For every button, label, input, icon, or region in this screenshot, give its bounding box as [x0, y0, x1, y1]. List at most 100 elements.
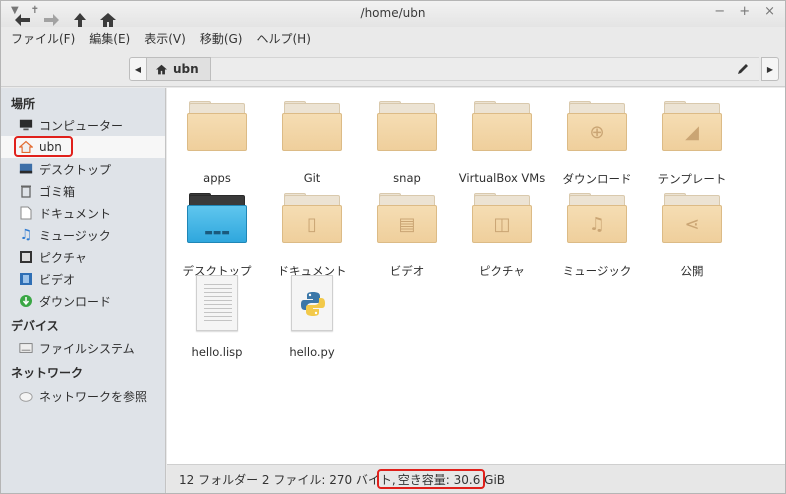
- file-view[interactable]: apps Git snap VirtualBox VMs ⊕ ダウンロード ◢ …: [167, 88, 785, 464]
- sidebar-item-label: ビデオ: [39, 272, 76, 287]
- download-folder-icon: ⊕: [567, 101, 627, 151]
- status-summary: 12 フォルダー 2 ファイル: 270 バイト,: [179, 473, 396, 487]
- text-file-icon: [196, 275, 238, 331]
- edit-location-button[interactable]: [727, 57, 759, 81]
- sidebar-item-label: ダウンロード: [39, 294, 112, 309]
- sidebar-item-label: ネットワークを参照: [39, 389, 148, 404]
- file-label: ピクチャ: [479, 264, 525, 278]
- sidebar-item-home[interactable]: ubn: [1, 136, 165, 158]
- file-item-public[interactable]: ⋖ 公開: [644, 193, 740, 281]
- home-button[interactable]: [97, 9, 119, 31]
- home-icon: [100, 13, 116, 27]
- file-label: VirtualBox VMs: [458, 171, 546, 185]
- chevron-right-icon: ▶: [766, 64, 774, 74]
- path-crumb-home[interactable]: ubn: [147, 57, 211, 81]
- status-bar: 12 フォルダー 2 ファイル: 270 バイト, 空き容量: 30.6 GiB: [167, 464, 785, 493]
- sidebar-item-filesystem[interactable]: ファイルシステム: [1, 337, 165, 359]
- path-scroll-right-button[interactable]: ▶: [761, 57, 779, 81]
- drive-icon: [19, 341, 33, 355]
- sidebar-heading-network: ネットワーク: [11, 366, 84, 380]
- menu-help[interactable]: ヘルプ(H): [256, 30, 310, 47]
- file-item-downloads[interactable]: ⊕ ダウンロード: [549, 101, 645, 189]
- file-label: apps: [203, 171, 231, 185]
- forward-button[interactable]: [41, 9, 63, 31]
- sidebar-item-label: コンピューター: [39, 118, 124, 133]
- file-label: ミュージック: [562, 264, 632, 278]
- file-label: 公開: [680, 264, 704, 278]
- file-item-hello-lisp[interactable]: hello.lisp: [169, 275, 265, 363]
- file-label: hello.py: [289, 345, 335, 359]
- menu-view[interactable]: 表示(V): [144, 30, 186, 47]
- pencil-icon: [738, 64, 748, 74]
- desktop-icon: [19, 162, 33, 176]
- sidebar-item-label: ピクチャ: [39, 250, 87, 265]
- sidebar-heading-devices: デバイス: [11, 319, 59, 333]
- sidebar-item-desktop[interactable]: デスクトップ: [1, 158, 165, 180]
- sidebar-item-label: ゴミ箱: [39, 184, 76, 199]
- file-label: hello.lisp: [191, 345, 243, 359]
- back-arrow-icon: [15, 14, 30, 26]
- sidebar-item-label: ミュージック: [39, 228, 111, 243]
- path-bar-empty: [211, 57, 759, 81]
- documents-folder-icon: ▯: [282, 193, 342, 243]
- file-item-music[interactable]: ♫ ミュージック: [549, 193, 645, 281]
- pictures-folder-icon: ◫: [472, 193, 532, 243]
- video-icon: [19, 272, 33, 286]
- back-button[interactable]: [11, 9, 33, 31]
- sidebar-item-trash[interactable]: ゴミ箱: [1, 180, 165, 202]
- sidebar-heading-places: 場所: [11, 97, 36, 111]
- network-icon: [19, 389, 33, 403]
- sidebar-item-computer[interactable]: コンピューター: [1, 114, 165, 136]
- menu-file[interactable]: ファイル(F): [11, 30, 75, 47]
- sidebar-item-music[interactable]: ♫ ミュージック: [1, 224, 165, 246]
- file-label: テンプレート: [657, 172, 727, 186]
- videos-folder-icon: ▤: [377, 193, 437, 243]
- file-item-virtualbox-vms[interactable]: VirtualBox VMs: [454, 101, 550, 189]
- path-crumb-label: ubn: [173, 62, 199, 76]
- file-item-git[interactable]: Git: [264, 101, 360, 189]
- music-folder-icon: ♫: [567, 193, 627, 243]
- menu-go[interactable]: 移動(G): [200, 30, 243, 47]
- file-item-apps[interactable]: apps: [169, 101, 265, 189]
- folder-icon: [282, 101, 342, 151]
- music-icon: ♫: [19, 227, 33, 243]
- picture-icon: [19, 250, 33, 264]
- folder-icon: [472, 101, 532, 151]
- sidebar-item-browse-network[interactable]: ネットワークを参照: [1, 385, 165, 407]
- file-item-hello-py[interactable]: hello.py: [264, 275, 360, 363]
- file-item-videos[interactable]: ▤ ビデオ: [359, 193, 455, 281]
- templates-folder-icon: ◢: [662, 101, 722, 151]
- up-button[interactable]: [69, 9, 91, 31]
- home-icon: [19, 140, 33, 154]
- sidebar-item-videos[interactable]: ビデオ: [1, 268, 165, 290]
- document-icon: [19, 206, 33, 220]
- python-logo-icon: [301, 292, 325, 316]
- sidebar-item-pictures[interactable]: ピクチャ: [1, 246, 165, 268]
- folder-icon: [377, 101, 437, 151]
- forward-arrow-icon: [44, 14, 59, 26]
- folder-icon: [187, 101, 247, 151]
- sidebar-item-label: ドキュメント: [39, 206, 112, 221]
- file-item-snap[interactable]: snap: [359, 101, 455, 189]
- sidebar: 場所 コンピューター ubn デスクトップ ゴミ箱 ドキュメント ♫ ミュージッ…: [1, 88, 166, 493]
- sidebar-item-label: ファイルシステム: [39, 341, 135, 356]
- up-arrow-icon: [74, 13, 86, 27]
- file-item-documents[interactable]: ▯ ドキュメント: [264, 193, 360, 281]
- minimize-icon[interactable]: −: [714, 4, 725, 19]
- file-label: Git: [303, 171, 321, 185]
- menu-edit[interactable]: 編集(E): [89, 30, 130, 47]
- maximize-icon[interactable]: +: [739, 4, 750, 19]
- file-item-desktop[interactable]: ▬▬▬ デスクトップ: [169, 193, 265, 281]
- sidebar-item-documents[interactable]: ドキュメント: [1, 202, 165, 224]
- desktop-folder-icon: ▬▬▬: [187, 193, 247, 243]
- sidebar-item-label: デスクトップ: [39, 162, 112, 177]
- path-scroll-left-button[interactable]: ◀: [129, 57, 147, 81]
- public-folder-icon: ⋖: [662, 193, 722, 243]
- file-item-pictures[interactable]: ◫ ピクチャ: [454, 193, 550, 281]
- python-file-icon: [291, 275, 333, 331]
- home-icon: [156, 64, 167, 74]
- file-item-templates[interactable]: ◢ テンプレート: [644, 101, 740, 189]
- sidebar-item-downloads[interactable]: ダウンロード: [1, 290, 165, 312]
- close-icon[interactable]: ×: [764, 4, 775, 19]
- sidebar-item-label: ubn: [39, 140, 62, 154]
